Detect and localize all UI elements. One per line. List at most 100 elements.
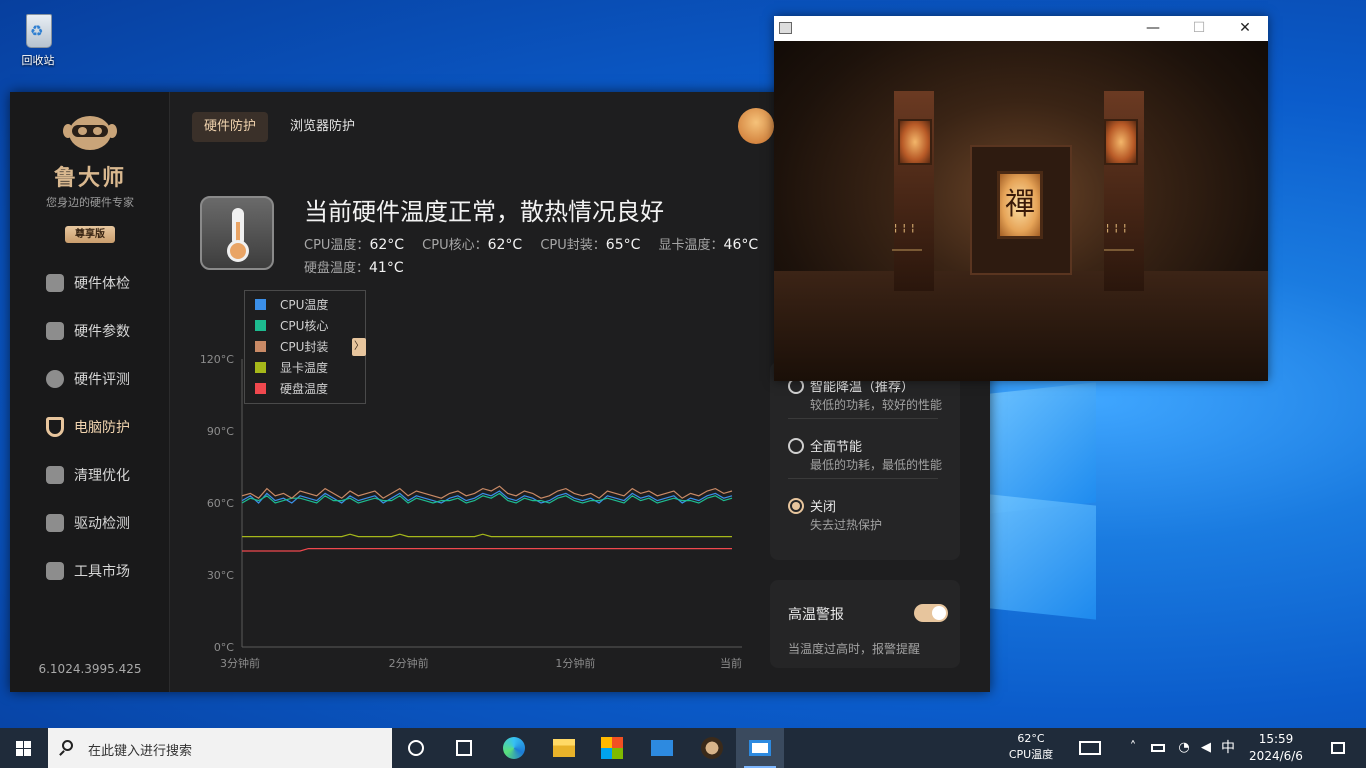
ime-indicator[interactable]: 中	[1216, 728, 1240, 768]
clock[interactable]: 15:59 2024/6/6	[1240, 731, 1312, 765]
scene-floor	[774, 271, 1268, 381]
taskbar: 在此键入进行搜索 62°C CPU温度 ˄ ◔ ◀ 中 15:59 2024/6…	[0, 728, 1366, 768]
search-box[interactable]: 在此键入进行搜索	[48, 728, 392, 768]
brand-logo-icon	[63, 112, 117, 154]
reading-cpu-temp: CPU温度：62°C	[304, 237, 405, 253]
maximize-button[interactable]: ☐	[1176, 16, 1222, 41]
show-hidden-icons-button[interactable]: ˄	[1122, 728, 1144, 768]
y-tick-label: 0°C	[214, 641, 234, 654]
news-button[interactable]	[1072, 728, 1108, 768]
legend-item[interactable]: 显卡温度	[255, 360, 365, 381]
windows-logo-pane	[990, 382, 1096, 514]
sidebar-item-label: 电脑防护	[74, 420, 130, 436]
user-avatar[interactable]	[738, 108, 774, 144]
volume-button[interactable]: ◀	[1194, 728, 1218, 768]
power-mode-panel: 智能降温（推荐） 较低的功耗，较好的性能 全面节能 最低的功耗，最低的性能 关闭…	[770, 362, 960, 560]
legend-item[interactable]: CPU核心	[255, 318, 365, 339]
sidebar-item-benchmark[interactable]: 硬件评测	[10, 359, 170, 399]
app-window-icon	[749, 740, 771, 756]
notification-button[interactable]	[1318, 728, 1358, 768]
reading-cpu-package: CPU封装：65°C	[540, 237, 641, 253]
thermometer-icon	[200, 196, 274, 270]
sidebar-item-tool-market[interactable]: 工具市场	[10, 551, 170, 591]
x-tick-label: 1分钟前	[555, 656, 595, 670]
file-explorer-button[interactable]	[540, 728, 588, 768]
chevron-up-icon: ˄	[1129, 740, 1137, 755]
reading-cpu-core: CPU核心：62°C	[422, 237, 523, 253]
game-window: — ☐ ✕ 禪	[774, 16, 1268, 381]
plus-box-icon	[46, 274, 64, 292]
candle-icon	[892, 223, 922, 251]
shield-icon	[46, 417, 64, 437]
battery-button[interactable]	[1146, 728, 1170, 768]
y-tick-label: 90°C	[207, 425, 234, 438]
reading-gpu-temp: 显卡温度：46°C	[658, 237, 759, 253]
option-desc: 失去过热保护	[810, 518, 883, 532]
edition-badge[interactable]: 尊享版	[65, 226, 115, 243]
mail-icon	[651, 740, 673, 756]
sidebar-item-driver-check[interactable]: 驱动检测	[10, 503, 170, 543]
app-window-icon	[779, 22, 792, 34]
file-explorer-icon	[553, 739, 575, 757]
tab-hardware-protection[interactable]: 硬件防护	[192, 112, 269, 142]
recycle-bin-shortcut[interactable]: 回收站	[10, 8, 66, 68]
chart-legend: CPU温度 CPU核心 CPU封装 显卡温度 硬盘温度	[244, 290, 366, 404]
legend-item[interactable]: 硬盘温度	[255, 381, 365, 402]
sidebar-item-label: 硬件体检	[74, 276, 130, 292]
task-view-button[interactable]	[392, 728, 440, 768]
zen-plaque: 禪	[997, 171, 1043, 239]
tab-browser-protection[interactable]: 浏览器防护	[278, 112, 367, 142]
broom-icon	[46, 466, 64, 484]
temperature-readings: CPU温度：62°C CPU核心：62°C CPU封装：65°C 显卡温度：46…	[304, 234, 774, 280]
sidebar-item-hardware-check[interactable]: 硬件体检	[10, 263, 170, 303]
legend-item[interactable]: CPU封装	[255, 339, 365, 360]
tray-temp-value: 62°C	[1017, 732, 1045, 745]
radio-button[interactable]	[788, 438, 804, 454]
recycle-bin-icon	[21, 8, 55, 48]
sidebar-item-label: 驱动检测	[74, 516, 130, 532]
tray-cpu-temp[interactable]: 62°C CPU温度	[1000, 731, 1062, 763]
alert-toggle[interactable]	[914, 604, 948, 622]
sidebar: 鲁大师 您身边的硬件专家 尊享版 硬件体检 硬件参数 硬件评测 电脑防护 清理优…	[10, 92, 170, 692]
network-button[interactable]: ◔	[1172, 728, 1196, 768]
drive-icon	[46, 514, 64, 532]
series-line-5	[242, 548, 732, 552]
lantern-icon	[1104, 119, 1138, 165]
ludashi-taskbar-button[interactable]	[688, 728, 736, 768]
store-button[interactable]	[588, 728, 636, 768]
reading-disk-temp: 硬盘温度：41°C	[304, 260, 404, 276]
sidebar-item-label: 清理优化	[74, 468, 130, 484]
edge-button[interactable]	[490, 728, 538, 768]
mail-button[interactable]	[638, 728, 686, 768]
sidebar-item-pc-protection[interactable]: 电脑防护	[10, 407, 170, 447]
high-temp-alert-card: 高温警报 当温度过高时，报警提醒	[770, 580, 960, 668]
start-button[interactable]	[0, 728, 48, 768]
widgets-button[interactable]	[440, 728, 488, 768]
store-icon	[601, 737, 623, 759]
sidebar-item-label: 硬件评测	[74, 372, 130, 388]
speaker-icon: ◀	[1201, 740, 1211, 755]
clock-date: 2024/6/6	[1249, 749, 1303, 763]
brand-name: 鲁大师	[53, 166, 126, 191]
window-titlebar[interactable]: — ☐ ✕	[774, 16, 1268, 41]
divider	[788, 418, 938, 419]
game-scene[interactable]: 禪	[774, 41, 1268, 381]
windows-logo-pane	[990, 494, 1096, 620]
edge-icon	[503, 737, 525, 759]
radio-button-selected[interactable]	[788, 498, 804, 514]
wifi-icon: ◔	[1178, 740, 1190, 755]
close-button[interactable]: ✕	[1222, 16, 1268, 41]
minimize-button[interactable]: —	[1130, 16, 1176, 41]
search-icon	[62, 740, 73, 751]
candle-icon	[1104, 223, 1134, 251]
sidebar-item-hardware-params[interactable]: 硬件参数	[10, 311, 170, 351]
game-window-taskbar-button[interactable]	[736, 728, 784, 768]
version-label: 6.1024.3995.425	[38, 662, 142, 676]
task-view-icon	[408, 740, 424, 756]
legend-collapse-button[interactable]: 〉	[352, 338, 366, 356]
sidebar-item-cleanup[interactable]: 清理优化	[10, 455, 170, 495]
search-placeholder: 在此键入进行搜索	[88, 744, 193, 759]
legend-item[interactable]: CPU温度	[255, 297, 365, 318]
y-tick-label: 30°C	[207, 569, 234, 582]
option-desc: 最低的功耗，最低的性能	[810, 458, 943, 472]
